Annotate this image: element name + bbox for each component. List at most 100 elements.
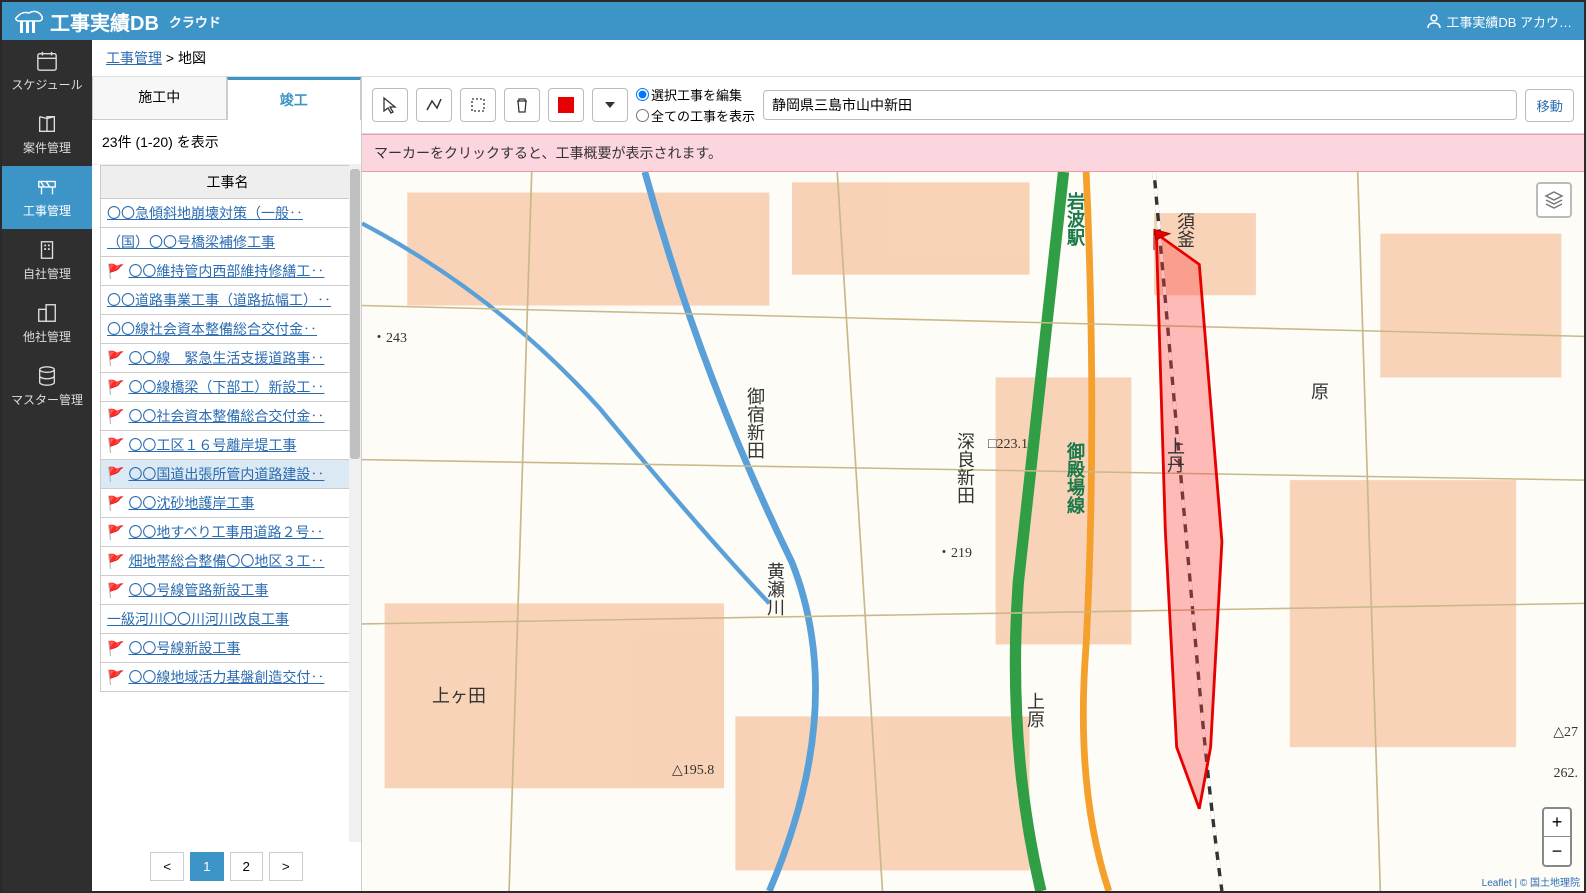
move-button[interactable]: 移動 — [1525, 89, 1574, 122]
nav-kouji[interactable]: 工事管理 — [2, 166, 92, 229]
project-link[interactable]: 〇〇号線管路新設工事 — [128, 582, 268, 598]
tool-delete[interactable] — [504, 88, 540, 122]
nav-master[interactable]: マスター管理 — [2, 355, 92, 418]
table-row[interactable]: 一級河川〇〇川河川改良工事 — [101, 605, 355, 634]
table-row[interactable]: 🚩〇〇号線新設工事 — [101, 634, 355, 663]
table-row[interactable]: 🚩〇〇工区１６号離岸堤工事 — [101, 431, 355, 460]
user-icon — [1426, 13, 1442, 29]
page-next[interactable]: > — [269, 852, 303, 881]
flag-icon: 🚩 — [107, 553, 124, 570]
flag-icon: 🚩 — [107, 408, 124, 425]
project-link[interactable]: 畑地帯総合整備〇〇地区３工‥ — [128, 553, 324, 569]
result-count: 23件 (1-20) を表示 — [92, 120, 361, 165]
project-link[interactable]: 〇〇地すべり工事用道路２号‥ — [128, 524, 323, 540]
map-canvas[interactable]: 岩波駅 須釜 原 上丹 深良新田 御宿新田 上原 上ヶ田 御殿場線 黄瀬川 ・2… — [362, 172, 1584, 891]
radio-show-all[interactable]: 全ての工事を表示 — [636, 106, 755, 125]
project-link[interactable]: 〇〇線社会資本整備総合交付金‥ — [107, 321, 317, 337]
layers-icon — [1544, 190, 1564, 210]
zoom-in-button[interactable]: + — [1544, 809, 1570, 837]
table-row[interactable]: 〇〇急傾斜地崩壊対策（一般‥ — [101, 199, 355, 228]
scrollbar[interactable] — [349, 165, 361, 842]
tab-sekouchuu[interactable]: 施工中 — [92, 77, 227, 120]
table-row[interactable]: 🚩〇〇国道出張所管内道路建設‥ — [101, 460, 355, 489]
nav-jisha[interactable]: 自社管理 — [2, 229, 92, 292]
table-row[interactable]: 〇〇道路事業工事（道路拡幅工）‥ — [101, 286, 355, 315]
project-link[interactable]: （国）〇〇号橋梁補修工事 — [107, 234, 275, 250]
polyline-icon — [425, 96, 443, 114]
map-label: 原 — [1306, 382, 1332, 400]
tool-dropdown[interactable] — [592, 88, 628, 122]
layer-control[interactable] — [1536, 182, 1572, 218]
app-logo: 工事実績DB クラウド — [14, 7, 221, 36]
table-row[interactable]: 🚩〇〇地すべり工事用道路２号‥ — [101, 518, 355, 547]
map-attribution: Leaflet | © 国土地理院 — [1482, 874, 1580, 889]
nav-label: マスター管理 — [11, 391, 83, 408]
table-row[interactable]: 〇〇線社会資本整備総合交付金‥ — [101, 315, 355, 344]
nav-label: 工事管理 — [23, 202, 71, 219]
account-menu[interactable]: 工事実績DB アカウ… — [1426, 12, 1572, 31]
map-point: △27 — [1553, 724, 1578, 741]
table-row[interactable]: （国）〇〇号橋梁補修工事 — [101, 228, 355, 257]
flag-icon: 🚩 — [107, 437, 124, 454]
flag-icon: 🚩 — [107, 640, 124, 657]
project-link[interactable]: 〇〇国道出張所管内道路建設‥ — [128, 466, 324, 482]
flag-icon: 🚩 — [107, 379, 124, 396]
project-link[interactable]: 〇〇線橋梁（下部工）新設工‥ — [128, 379, 324, 395]
flag-icon: 🚩 — [107, 350, 124, 367]
buildings-icon — [34, 302, 60, 324]
map-label: 上丹 — [1162, 437, 1188, 473]
barrier-icon — [34, 176, 60, 198]
pagination: < 1 2 > — [92, 842, 361, 891]
table-row[interactable]: 🚩畑地帯総合整備〇〇地区３工‥ — [101, 547, 355, 576]
tab-shunkou[interactable]: 竣工 — [227, 77, 362, 120]
flag-icon: 🚩 — [107, 495, 124, 512]
page-1[interactable]: 1 — [190, 852, 223, 881]
project-link[interactable]: 〇〇社会資本整備総合交付金‥ — [128, 408, 324, 424]
nav-label: 自社管理 — [23, 265, 71, 282]
sidebar-nav: スケジュール 案件管理 工事管理 自社管理 他社管理 マスター管理 — [2, 40, 92, 891]
table-row[interactable]: 🚩〇〇社会資本整備総合交付金‥ — [101, 402, 355, 431]
table-row[interactable]: 🚩〇〇線地域活力基盤創造交付‥ — [101, 663, 355, 692]
map-label-station: 岩波駅 — [1062, 192, 1088, 246]
project-link[interactable]: 〇〇線 緊急生活支援道路事‥ — [128, 350, 324, 366]
col-project-name: 工事名 — [101, 166, 355, 199]
table-row[interactable]: 🚩〇〇線橋梁（下部工）新設工‥ — [101, 373, 355, 402]
flag-icon: 🚩 — [107, 669, 124, 686]
table-row[interactable]: 🚩〇〇号線管路新設工事 — [101, 576, 355, 605]
book-icon — [34, 113, 60, 135]
project-link[interactable]: 〇〇維持管内西部維持修繕工‥ — [128, 263, 324, 279]
project-link[interactable]: 〇〇号線新設工事 — [128, 640, 240, 656]
tool-select[interactable] — [372, 88, 408, 122]
map-label: 須釜 — [1172, 212, 1198, 248]
project-link[interactable]: 一級河川〇〇川河川改良工事 — [107, 611, 289, 627]
nav-label: 案件管理 — [23, 139, 71, 156]
table-row[interactable]: 🚩〇〇維持管内西部維持修繕工‥ — [101, 257, 355, 286]
breadcrumb-root[interactable]: 工事管理 — [106, 50, 162, 66]
calendar-icon — [34, 50, 60, 72]
map-label-river: 黄瀬川 — [762, 562, 788, 616]
nav-label: スケジュール — [11, 76, 82, 93]
table-row[interactable]: 🚩〇〇沈砂地護岸工事 — [101, 489, 355, 518]
project-link[interactable]: 〇〇急傾斜地崩壊対策（一般‥ — [107, 205, 303, 221]
radio-edit-selected[interactable]: 選択工事を編集 — [636, 85, 755, 104]
address-input[interactable] — [763, 90, 1517, 120]
zoom-out-button[interactable]: − — [1544, 837, 1570, 865]
page-2[interactable]: 2 — [230, 852, 263, 881]
page-prev[interactable]: < — [150, 852, 184, 881]
project-link[interactable]: 〇〇工区１６号離岸堤工事 — [128, 437, 296, 453]
project-link[interactable]: 〇〇線地域活力基盤創造交付‥ — [128, 669, 324, 685]
nav-tasha[interactable]: 他社管理 — [2, 292, 92, 355]
project-link[interactable]: 〇〇沈砂地護岸工事 — [128, 495, 254, 511]
map-label: 上ヶ田 — [432, 682, 486, 708]
app-sub: クラウド — [169, 12, 221, 31]
nav-anken[interactable]: 案件管理 — [2, 103, 92, 166]
cursor-icon — [381, 96, 399, 114]
table-row[interactable]: 🚩〇〇線 緊急生活支援道路事‥ — [101, 344, 355, 373]
tool-polyline[interactable] — [416, 88, 452, 122]
map-label-rail: 御殿場線 — [1062, 442, 1088, 514]
map-label: 御宿新田 — [742, 387, 768, 459]
project-link[interactable]: 〇〇道路事業工事（道路拡幅工）‥ — [107, 292, 331, 308]
tool-color[interactable] — [548, 88, 584, 122]
nav-schedule[interactable]: スケジュール — [2, 40, 92, 103]
tool-rect[interactable] — [460, 88, 496, 122]
